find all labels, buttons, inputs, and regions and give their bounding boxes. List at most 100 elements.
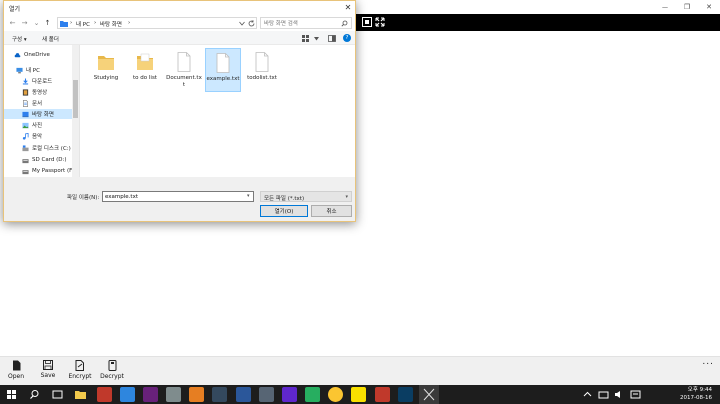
file-name: Document.txt bbox=[166, 75, 202, 88]
breadcrumb-separator: › bbox=[70, 20, 73, 26]
tree-item-pictures[interactable]: 사진 bbox=[22, 120, 42, 130]
encrypt-icon bbox=[75, 360, 84, 371]
help-button[interactable]: ? bbox=[343, 34, 351, 42]
volume-icon[interactable] bbox=[612, 387, 627, 402]
command-bar: 구성 ▾ 새 폴더 ? bbox=[4, 31, 355, 45]
folder-icon bbox=[98, 56, 114, 70]
app-icon-gray[interactable] bbox=[166, 387, 181, 402]
open-file-icon bbox=[12, 360, 20, 371]
chevron-down-icon[interactable] bbox=[314, 37, 319, 41]
back-button[interactable]: ← bbox=[8, 18, 17, 27]
app-icon-green[interactable] bbox=[305, 387, 320, 402]
breadcrumb-my-pc[interactable]: 내 PC bbox=[76, 20, 90, 28]
dialog-close-button[interactable]: ✕ bbox=[341, 1, 355, 14]
dialog-titlebar[interactable]: 열기 ✕ bbox=[4, 1, 355, 14]
cancel-button[interactable]: 취소 bbox=[311, 205, 352, 217]
file-item-example-txt[interactable]: example.txt bbox=[205, 48, 241, 92]
file-type-select[interactable]: 모든 파일 (*.txt) ▾ bbox=[260, 191, 352, 202]
breadcrumb-desktop[interactable]: 바탕 화면 bbox=[100, 20, 122, 28]
app-icon-purple[interactable] bbox=[282, 387, 297, 402]
file-type-value: 모든 파일 (*.txt) bbox=[264, 196, 305, 202]
open-command-button[interactable]: Open bbox=[1, 360, 31, 385]
file-item-document-txt[interactable]: Document.txt bbox=[166, 48, 202, 92]
active-app-indicator[interactable] bbox=[419, 385, 439, 404]
clock[interactable]: 오후 9:44 2017-08-16 bbox=[680, 386, 712, 402]
tree-item-videos[interactable]: 동영상 bbox=[22, 87, 47, 97]
picture-icon bbox=[22, 122, 29, 128]
folder-icon bbox=[60, 21, 68, 27]
search-input[interactable] bbox=[264, 19, 338, 28]
new-folder-button[interactable]: 새 폴더 bbox=[42, 35, 59, 43]
tree-item-my-pc[interactable]: 내 PC bbox=[16, 65, 40, 75]
forward-button[interactable]: → bbox=[20, 18, 29, 27]
file-name: to do list bbox=[133, 75, 157, 81]
close-button[interactable]: ✕ bbox=[698, 0, 720, 14]
tree-item-my-passport-f[interactable]: My Passport (F:) bbox=[22, 166, 76, 176]
desktop-icon bbox=[22, 111, 29, 117]
scrollbar-thumb[interactable] bbox=[73, 80, 78, 118]
tree-label: 사진 bbox=[32, 123, 43, 129]
search-icon[interactable] bbox=[27, 387, 42, 402]
word-icon[interactable] bbox=[236, 387, 251, 402]
tree-item-documents[interactable]: 문서 bbox=[22, 98, 42, 108]
tree-label: OneDrive bbox=[24, 52, 50, 58]
file-item-todolist-txt[interactable]: todolist.txt bbox=[244, 48, 280, 92]
up-button[interactable]: ↑ bbox=[43, 18, 52, 27]
decrypt-command-label: Decrypt bbox=[100, 373, 124, 380]
tree-item-onedrive[interactable]: OneDrive bbox=[14, 50, 50, 60]
decrypt-command-button[interactable]: Decrypt bbox=[97, 360, 127, 385]
fit-screen-icon[interactable] bbox=[361, 16, 373, 28]
tray-up-arrow-icon[interactable] bbox=[580, 387, 595, 402]
chevron-down-icon[interactable] bbox=[239, 21, 245, 26]
ime-icon[interactable] bbox=[628, 387, 643, 402]
tree-item-music[interactable]: 음악 bbox=[22, 131, 42, 141]
filename-dropdown-icon[interactable]: ▾ bbox=[247, 193, 250, 199]
encrypt-command-button[interactable]: Encrypt bbox=[65, 360, 95, 385]
dialog-footer: 파일 이름(N): ▾ 모든 파일 (*.txt) ▾ 열기(O) 취소 bbox=[4, 177, 355, 221]
search-box[interactable] bbox=[260, 17, 352, 29]
network-icon[interactable] bbox=[596, 387, 611, 402]
encrypt-command-label: Encrypt bbox=[68, 373, 92, 380]
tree-item-sd-card-d[interactable]: SD Card (D:) bbox=[22, 155, 66, 165]
open-button[interactable]: 열기(O) bbox=[260, 205, 308, 217]
tree-item-downloads[interactable]: 다운로드 bbox=[22, 76, 52, 86]
fullscreen-icon[interactable] bbox=[374, 16, 386, 28]
file-item-studying[interactable]: Studying bbox=[88, 48, 124, 92]
filename-label: 파일 이름(N): bbox=[67, 195, 100, 201]
view-options-icon[interactable] bbox=[302, 35, 310, 42]
file-item-to-do-list[interactable]: to do list bbox=[127, 48, 163, 92]
more-options-button[interactable]: ... bbox=[702, 357, 714, 367]
organize-button[interactable]: 구성 ▾ bbox=[12, 35, 27, 43]
app-icon-teal[interactable] bbox=[398, 387, 413, 402]
minimize-button[interactable]: — bbox=[654, 0, 676, 14]
kakaotalk-icon[interactable] bbox=[351, 387, 366, 402]
address-bar[interactable]: › 내 PC › 바탕 화면 › bbox=[57, 17, 257, 29]
tree-label: My Passport (F:) bbox=[32, 168, 76, 174]
app-command-bar: Open Save Encrypt Decrypt ... bbox=[0, 356, 720, 385]
tree-label: 로컬 디스크 (C:) bbox=[32, 146, 71, 152]
preview-pane-icon[interactable] bbox=[328, 35, 336, 42]
app-icon-orange[interactable] bbox=[189, 387, 204, 402]
tree-label: 다운로드 bbox=[32, 79, 53, 85]
save-command-button[interactable]: Save bbox=[33, 360, 63, 385]
visual-studio-icon[interactable] bbox=[143, 387, 158, 402]
chrome-icon[interactable] bbox=[328, 387, 343, 402]
chevron-down-icon: ▾ bbox=[345, 194, 348, 200]
file-explorer-icon[interactable] bbox=[73, 387, 88, 402]
tree-item-local-disk-c[interactable]: 로컬 디스크 (C:) bbox=[22, 143, 71, 153]
navigation-pane-scrollbar[interactable] bbox=[72, 45, 79, 177]
search-icon[interactable] bbox=[341, 20, 348, 27]
app-icon-red[interactable] bbox=[97, 387, 112, 402]
refresh-icon[interactable] bbox=[248, 20, 255, 27]
filezilla-icon[interactable] bbox=[375, 387, 390, 402]
app-icon-dark[interactable] bbox=[212, 387, 227, 402]
recent-locations-button[interactable]: ⌄ bbox=[32, 18, 41, 27]
file-name: Studying bbox=[93, 75, 119, 81]
app-icon-blue[interactable] bbox=[120, 387, 135, 402]
task-view-icon[interactable] bbox=[50, 387, 65, 402]
maximize-button[interactable]: ❐ bbox=[676, 0, 698, 14]
windows-start-icon[interactable] bbox=[4, 387, 19, 402]
tree-item-desktop[interactable]: 바탕 화면 bbox=[22, 109, 54, 119]
filename-input[interactable] bbox=[102, 191, 254, 202]
app-icon-slate[interactable] bbox=[259, 387, 274, 402]
